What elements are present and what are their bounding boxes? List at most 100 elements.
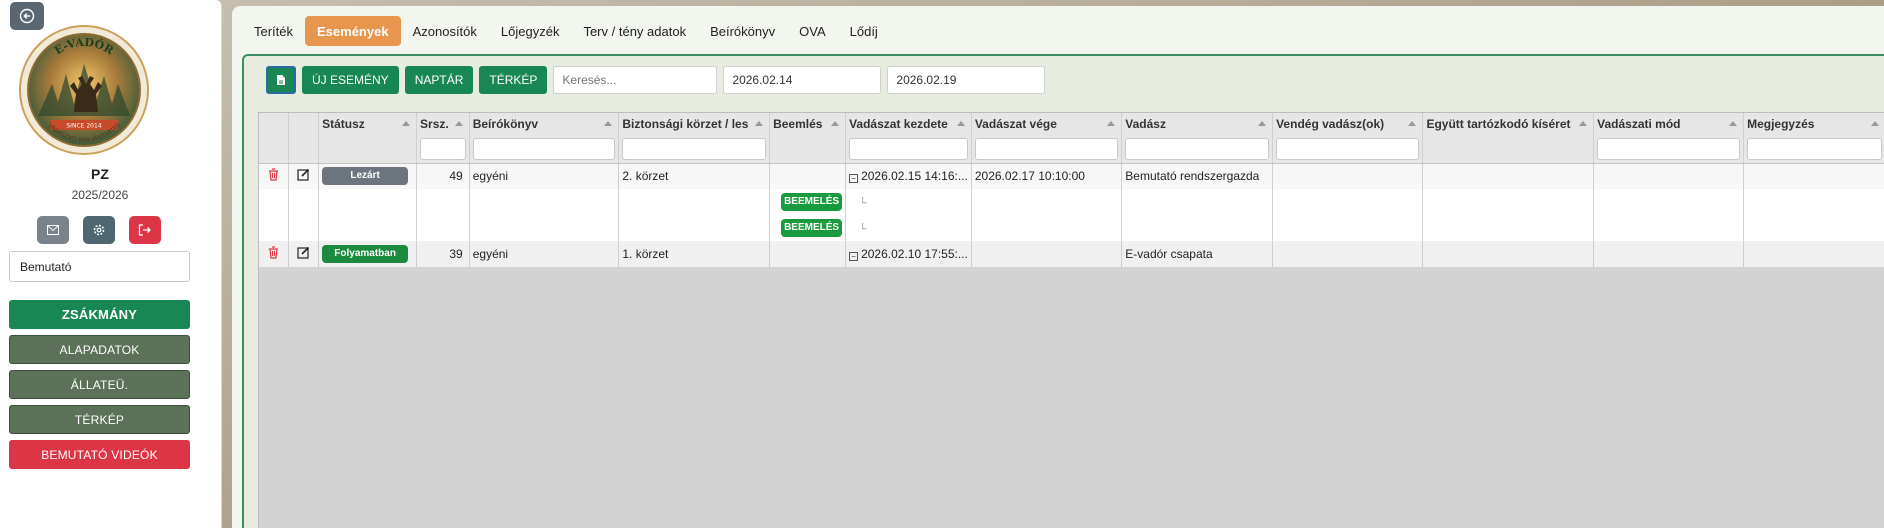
sort-icon[interactable] — [1579, 121, 1588, 126]
filter-zone[interactable] — [622, 137, 767, 160]
col-header-beirokonyv-label: Beírókönyv — [472, 117, 539, 131]
filter-note[interactable] — [1747, 137, 1882, 160]
col-header-guests[interactable]: Vendég vadász(ok) — [1272, 113, 1424, 135]
col-header-mode-label: Vadászati mód — [1597, 117, 1681, 131]
cell-escort — [1422, 163, 1595, 189]
edit-icon[interactable] — [297, 246, 310, 259]
tab-lojegyzek[interactable]: Lőjegyzék — [489, 16, 572, 46]
cell-zone: 2. körzet — [618, 163, 771, 189]
col-header-end-label: Vadászat vége — [974, 117, 1057, 131]
cell-start: 2026.02.15 14:16:... — [861, 169, 968, 184]
col-header-beemles[interactable]: Beemlés — [769, 113, 847, 135]
logout-button[interactable] — [129, 216, 161, 244]
col-header-srsz[interactable]: Srsz. — [416, 113, 470, 135]
beemles-button[interactable]: BEEMELÉS — [781, 219, 843, 237]
messages-button[interactable] — [37, 216, 69, 244]
sort-icon[interactable] — [454, 121, 463, 126]
filter-beirokonyv[interactable] — [472, 137, 616, 160]
filter-start[interactable] — [849, 137, 968, 160]
menu-allateu-button[interactable]: ÁLLATEÜ. — [9, 370, 190, 399]
sidebar-menu: ZSÁKMÁNY ALAPADATOK ÁLLATEÜ. TÉRKÉP BEMU… — [9, 300, 190, 475]
collapse-icon[interactable]: − — [849, 174, 859, 184]
sub-row: BEEMELÉS └ — [259, 215, 1884, 241]
profile-input[interactable] — [9, 251, 190, 282]
events-toolbar: ÚJ ESEMÉNY NAPTÁR TÉRKÉP — [266, 66, 1046, 94]
status-badge: Folyamatban — [322, 245, 409, 263]
menu-bemutato-videok-button[interactable]: BEMUTATÓ VIDEÓK — [9, 440, 190, 469]
cell-guests — [1272, 163, 1424, 189]
sort-icon[interactable] — [1871, 121, 1879, 126]
col-header-hunter[interactable]: Vadász — [1121, 113, 1274, 135]
calendar-button[interactable]: NAPTÁR — [404, 66, 474, 94]
export-button[interactable] — [266, 66, 296, 94]
table-row[interactable]: Folyamatban 39 egyéni 1. körzet −2026.02… — [259, 241, 1884, 267]
col-header-status[interactable]: Státusz — [318, 113, 418, 135]
settings-button[interactable] — [83, 216, 115, 244]
cell-srsz: 39 — [416, 241, 470, 267]
cell-start: 2026.02.10 17:55:... — [861, 247, 968, 261]
filter-cell-empty — [288, 135, 320, 164]
sort-icon[interactable] — [1107, 121, 1116, 126]
arrow-left-circle-icon — [19, 8, 35, 24]
menu-alapadatok-button[interactable]: ALAPADATOK — [9, 335, 190, 364]
filter-cell-empty — [1422, 135, 1595, 164]
col-header-start[interactable]: Vadászat kezdete — [845, 113, 972, 135]
filter-end[interactable] — [974, 137, 1119, 160]
tab-ova[interactable]: OVA — [787, 16, 838, 46]
cell-escort — [1422, 241, 1595, 267]
sort-icon[interactable] — [956, 121, 965, 126]
tab-esemenyek[interactable]: Események — [305, 16, 401, 46]
cell-guests — [1272, 241, 1424, 267]
date-from-input[interactable] — [723, 66, 882, 94]
trash-icon[interactable] — [268, 168, 279, 181]
e-vador-logo: SINCE 2014 E-VADÓR VADÁSZATI NYILVÁNTART… — [18, 24, 150, 156]
events-grid: Státusz Srsz. Beírókönyv Biztonsági körz… — [258, 112, 1884, 528]
sort-icon[interactable] — [604, 121, 613, 126]
col-header-end[interactable]: Vadászat vége — [971, 113, 1123, 135]
cell-hunter: E-vadór csapata — [1121, 241, 1274, 267]
cell-srsz: 49 — [416, 163, 470, 189]
cell-mode — [1593, 241, 1745, 267]
col-header-note[interactable]: Megjegyzés — [1743, 113, 1884, 135]
filter-mode[interactable] — [1597, 137, 1741, 160]
filter-cell-empty — [318, 135, 418, 164]
col-header-zone[interactable]: Biztonsági körzet / les — [618, 113, 771, 135]
sort-icon[interactable] — [1258, 121, 1267, 126]
filter-hunter[interactable] — [1125, 137, 1270, 160]
edit-icon[interactable] — [297, 168, 310, 181]
sort-icon[interactable] — [402, 121, 411, 126]
tab-beirokonyv[interactable]: Beírókönyv — [698, 16, 787, 46]
date-to-input[interactable] — [887, 66, 1046, 94]
filter-guests[interactable] — [1276, 137, 1420, 160]
sort-icon[interactable] — [755, 121, 764, 126]
cell-mode — [1593, 163, 1745, 189]
col-header-escort[interactable]: Együtt tartózkodó kíséret — [1422, 113, 1595, 135]
sort-icon[interactable] — [831, 121, 840, 126]
menu-zsakmany-button[interactable]: ZSÁKMÁNY — [9, 300, 190, 329]
map-button[interactable]: TÉRKÉP — [479, 66, 548, 94]
tab-azonositok[interactable]: Azonosítók — [401, 16, 489, 46]
col-header-zone-label: Biztonsági körzet / les — [622, 117, 749, 131]
logo-since-text: SINCE 2014 — [66, 123, 101, 130]
col-header-escort-label: Együtt tartózkodó kíséret — [1426, 117, 1571, 131]
sort-icon[interactable] — [1408, 121, 1417, 126]
table-row[interactable]: Lezárt 49 egyéni 2. körzet −2026.02.15 1… — [259, 163, 1884, 189]
col-header-srsz-label: Srsz. — [420, 117, 449, 131]
trash-icon[interactable] — [268, 246, 279, 259]
search-input[interactable] — [553, 66, 718, 94]
logout-icon — [138, 224, 151, 236]
filter-srsz[interactable] — [420, 137, 466, 160]
tab-terv-teny[interactable]: Terv / tény adatok — [571, 16, 698, 46]
collapse-icon[interactable]: − — [849, 252, 859, 261]
cell-beirokonyv: egyéni — [469, 241, 620, 267]
tab-teritek[interactable]: Teríték — [242, 16, 305, 46]
tab-lodij[interactable]: Lődíj — [838, 16, 890, 46]
new-event-button[interactable]: ÚJ ESEMÉNY — [302, 66, 399, 94]
menu-terkep-button[interactable]: TÉRKÉP — [9, 405, 190, 434]
col-header-beirokonyv[interactable]: Beírókönyv — [469, 113, 620, 135]
tree-branch-icon: └ — [859, 224, 867, 235]
envelope-icon — [47, 225, 59, 235]
col-header-mode[interactable]: Vadászati mód — [1593, 113, 1745, 135]
sort-icon[interactable] — [1729, 121, 1738, 126]
beemles-button[interactable]: BEEMELÉS — [781, 193, 843, 211]
